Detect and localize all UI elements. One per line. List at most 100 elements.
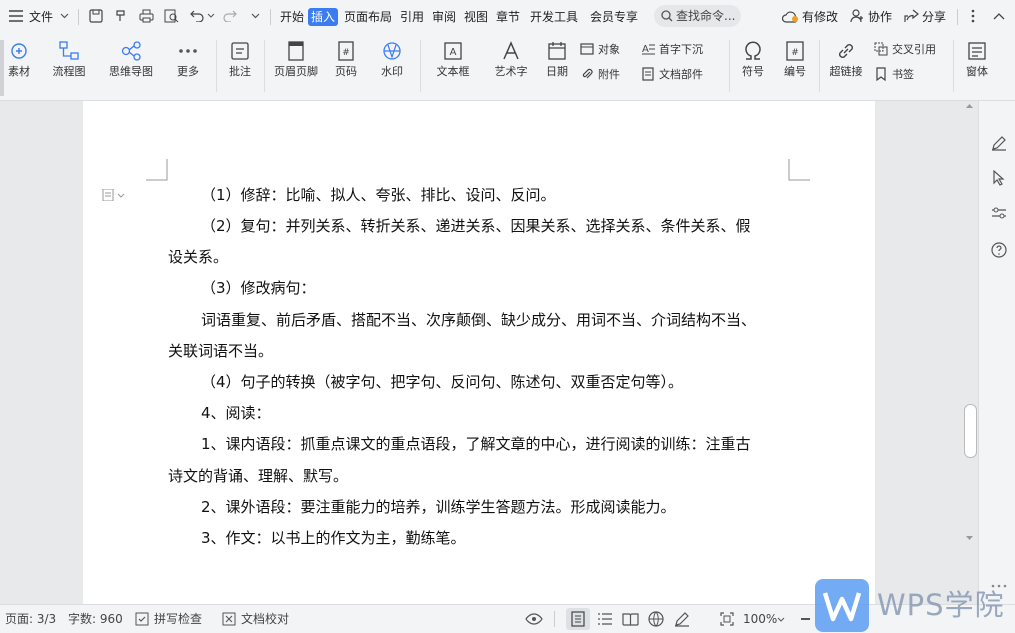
right-task-pane xyxy=(978,101,1015,604)
menu-review[interactable]: 审阅 xyxy=(432,9,456,25)
menu-view[interactable]: 视图 xyxy=(464,9,488,25)
object-button[interactable]: 对象 xyxy=(580,42,620,58)
word-count[interactable]: 字数: 960 xyxy=(68,612,123,626)
paragraph[interactable]: 关联词语不当。 xyxy=(168,336,273,367)
paragraph[interactable]: （1）修辞：比喻、拟人、夸张、排比、设问、反问。 xyxy=(201,180,556,211)
textbox-button[interactable]: A 文本框 xyxy=(427,40,479,79)
collab-button[interactable]: 协作 xyxy=(868,9,892,25)
file-menu[interactable]: 文件 xyxy=(29,9,53,25)
wps-academy-watermark: WPS学院 xyxy=(815,577,1015,632)
proofread-icon xyxy=(222,612,236,626)
menu-developer[interactable]: 开发工具 xyxy=(530,9,578,25)
paragraph[interactable]: 诗文的背诵、理解、默写。 xyxy=(168,461,348,492)
chevron-down-icon[interactable] xyxy=(60,13,69,19)
settings-sliders-icon[interactable] xyxy=(991,206,1007,220)
numbering-button[interactable]: # 编号 xyxy=(778,40,812,79)
collapse-ribbon-icon[interactable] xyxy=(993,12,1005,20)
scrollbar-thumb[interactable] xyxy=(964,404,977,458)
document-canvas[interactable]: （1）修辞：比喻、拟人、夸张、排比、设问、反问。 （2）复句：并列关系、转折关系… xyxy=(0,101,978,604)
paragraph[interactable]: 2、课外语段：要注重能力的培养，训练学生答题方法。形成阅读能力。 xyxy=(201,492,676,523)
crossref-icon xyxy=(874,42,888,56)
fit-page-icon[interactable] xyxy=(720,612,734,626)
write-mode-icon[interactable] xyxy=(674,611,690,627)
document-page[interactable]: （1）修辞：比喻、拟人、夸张、排比、设问、反问。 （2）复句：并列关系、转折关系… xyxy=(83,101,875,604)
material-icon xyxy=(11,43,27,59)
dropcap-button[interactable]: A 首字下沉 xyxy=(641,42,703,58)
format-painter-icon[interactable] xyxy=(114,9,128,23)
window-form-button[interactable]: 窗体 xyxy=(958,40,996,79)
docpart-button[interactable]: 文档部件 xyxy=(641,67,703,83)
menu-chapter[interactable]: 章节 xyxy=(496,9,520,25)
watermark-icon xyxy=(383,42,401,60)
symbol-button[interactable]: 符号 xyxy=(734,40,772,79)
search-command-box[interactable]: 查找命令... xyxy=(654,5,741,27)
zoom-level[interactable]: 100% xyxy=(743,612,777,626)
attachment-button[interactable]: 附件 xyxy=(580,67,620,83)
date-button[interactable]: 日期 xyxy=(542,40,572,79)
calendar-icon xyxy=(548,42,566,60)
paragraph[interactable]: 1、课内语段：抓重点课文的重点语段，了解文章的中心，进行阅读的训练：注重古 xyxy=(201,429,751,460)
pen-edit-icon[interactable] xyxy=(991,135,1007,151)
more-button[interactable]: 更多 xyxy=(168,40,208,79)
paragraph[interactable]: 设关系。 xyxy=(168,242,228,273)
object-icon xyxy=(580,43,594,55)
page-number-button[interactable]: # 页码 xyxy=(328,40,364,79)
paperclip-icon xyxy=(582,68,593,79)
flowchart-button[interactable]: 流程图 xyxy=(44,40,94,79)
print-preview-icon[interactable] xyxy=(164,9,179,23)
cursor-select-icon[interactable] xyxy=(992,170,1006,186)
reading-view-icon[interactable] xyxy=(622,612,639,626)
chevron-down-icon[interactable] xyxy=(207,13,215,18)
customize-toolbar-icon[interactable] xyxy=(251,13,260,19)
dropcap-icon: A xyxy=(642,44,655,55)
paragraph[interactable]: 4、阅读： xyxy=(201,398,271,429)
share-button[interactable]: 分享 xyxy=(922,9,946,25)
spellcheck-icon xyxy=(135,612,149,626)
menu-insert[interactable]: 插入 xyxy=(308,8,339,26)
paragraph[interactable]: 词语重复、前后矛盾、搭配不当、次序颠倒、缺少成分、用词不当、介词结构不当、 xyxy=(201,305,756,336)
menu-member[interactable]: 会员专享 xyxy=(590,9,638,25)
menu-references[interactable]: 引用 xyxy=(400,9,424,25)
mindmap-button[interactable]: 思维导图 xyxy=(100,40,162,79)
print-icon[interactable] xyxy=(139,9,154,23)
mindmap-icon xyxy=(121,41,141,61)
save-icon[interactable] xyxy=(89,9,103,23)
eye-protect-icon[interactable] xyxy=(525,613,543,625)
paragraph[interactable]: （4）句子的转换（被字句、把字句、反问句、陈述句、双重否定句等）。 xyxy=(201,367,683,398)
scroll-down-arrow[interactable] xyxy=(965,535,974,541)
page-view-icon xyxy=(571,611,585,627)
web-view-icon[interactable] xyxy=(648,611,664,627)
header-footer-button[interactable]: 页眉页脚 xyxy=(270,40,322,79)
material-button[interactable]: 素材 xyxy=(4,40,34,79)
more-vertical-icon[interactable] xyxy=(971,9,975,23)
zoom-out-button[interactable] xyxy=(801,618,810,620)
hamburger-icon[interactable] xyxy=(9,10,23,22)
outline-view-icon[interactable] xyxy=(597,612,613,626)
has-changes-label[interactable]: 有修改 xyxy=(802,9,838,25)
paragraph[interactable]: 3、作文：以书上的作文为主，勤练笔。 xyxy=(201,523,466,554)
redo-icon[interactable] xyxy=(223,9,237,22)
cloud-sync-icon xyxy=(782,11,798,23)
docpart-icon xyxy=(642,67,654,81)
wordart-button[interactable]: 艺术字 xyxy=(485,40,537,79)
paragraph[interactable]: （2）复句：并列关系、转折关系、递进关系、因果关系、选择关系、条件关系、假 xyxy=(201,211,751,242)
menu-home[interactable]: 开始 xyxy=(280,9,304,25)
help-icon[interactable] xyxy=(991,242,1007,258)
crossref-button[interactable]: 交叉引用 xyxy=(874,42,936,58)
bookmark-button[interactable]: 书签 xyxy=(874,67,914,83)
paragraph[interactable]: （3）修改病句： xyxy=(201,273,316,304)
watermark-button[interactable]: 水印 xyxy=(372,40,412,79)
spellcheck-button[interactable]: 拼写检查 xyxy=(154,612,202,626)
menu-page-layout[interactable]: 页面布局 xyxy=(344,9,392,25)
page-indicator[interactable]: 页面: 3/3 xyxy=(5,612,56,626)
scroll-up-arrow[interactable] xyxy=(965,103,974,109)
comment-button[interactable]: 批注 xyxy=(222,40,258,79)
textbox-icon: A xyxy=(444,42,462,60)
chevron-down-icon[interactable] xyxy=(777,617,785,622)
hyperlink-button[interactable]: 超链接 xyxy=(826,40,866,79)
paragraph-layout-icon[interactable] xyxy=(102,189,128,201)
proofread-button[interactable]: 文档校对 xyxy=(241,612,289,626)
omega-icon xyxy=(745,41,761,60)
corner-mark-top-right xyxy=(788,159,810,181)
undo-icon[interactable] xyxy=(190,9,204,22)
